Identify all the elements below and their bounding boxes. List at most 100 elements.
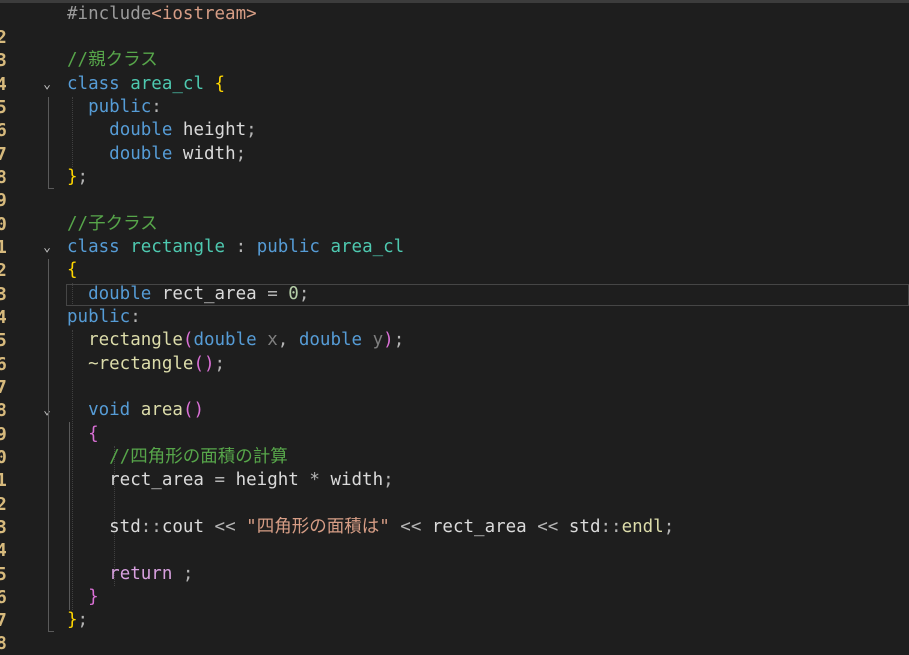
code-token: * [309, 470, 320, 490]
code-token: << [537, 517, 559, 537]
code-line[interactable]: public: [67, 306, 141, 329]
code-line[interactable]: double height; [67, 119, 257, 142]
code-line[interactable]: //子クラス [67, 213, 158, 236]
code-editor[interactable]: 2 3 4 5 6 7 8 9 0 1 2 3 4 5 6 7 8 9 0 1 … [0, 0, 909, 654]
code-token: , [277, 330, 289, 350]
code-token: << [400, 517, 422, 537]
fold-chevron-icon[interactable]: ⌄ [40, 73, 54, 96]
line-number: 9 [0, 190, 6, 211]
fold-chevron-icon[interactable]: ⌄ [40, 399, 54, 422]
code-line[interactable]: void area() [67, 399, 204, 422]
code-token: std [67, 517, 141, 537]
line-number: 7 [0, 144, 6, 165]
code-line[interactable]: ~rectangle(); [67, 353, 225, 376]
code-token: public [88, 97, 152, 117]
line-number: 4 [0, 74, 6, 95]
line-number: 2 [0, 494, 6, 515]
code-line[interactable]: public: [67, 96, 162, 119]
line-number: 8 [0, 167, 6, 188]
code-token: { [214, 74, 226, 94]
line-number: 3 [0, 50, 6, 71]
code-token: width [319, 470, 384, 490]
code-line[interactable]: }; [67, 609, 88, 632]
code-token: ; [246, 120, 257, 140]
code-token: double [193, 330, 257, 350]
line-number: 8 [0, 400, 6, 421]
code-line[interactable]: //親クラス [67, 49, 158, 72]
line-number: 6 [0, 120, 6, 141]
code-token: public [256, 237, 320, 257]
line-number: 2 [0, 260, 6, 281]
line-number: 0 [0, 214, 6, 235]
code-token: height [182, 120, 247, 140]
fold-chevron-icon[interactable]: ⌄ [40, 236, 54, 259]
line-number: 2 [0, 27, 6, 48]
code-line[interactable]: rectangle(double x, double y); [67, 329, 404, 352]
code-token: cout [161, 517, 215, 537]
code-line[interactable]: }; [67, 166, 88, 189]
line-number: 8 [0, 633, 6, 654]
code-token: () [193, 354, 215, 374]
code-token: } [67, 610, 78, 630]
line-number: 9 [0, 424, 6, 445]
code-line[interactable]: double rect_area = 0; [67, 283, 309, 306]
line-number: 5 [0, 330, 6, 351]
code-line[interactable]: { [67, 423, 99, 446]
code-token: class [67, 237, 120, 257]
code-line[interactable]: std::cout << "四角形の面積は" << rect_area << s… [67, 516, 674, 539]
code-line[interactable]: { [67, 259, 78, 282]
code-token: endl [621, 517, 664, 537]
code-line[interactable]: rect_area = height * width; [67, 469, 394, 492]
code-token: = [214, 470, 226, 490]
code-token: rectangle [88, 330, 183, 350]
line-number: 3 [0, 517, 6, 538]
code-token: { [88, 424, 99, 444]
code-token: ) [383, 330, 394, 350]
line-number: 6 [0, 354, 6, 375]
code-line[interactable]: class area_cl { [67, 73, 225, 96]
code-token: width [182, 144, 236, 164]
code-token: : [235, 237, 247, 257]
code-line[interactable]: double width; [67, 143, 246, 166]
code-token: area_cl [130, 74, 204, 94]
code-token: <iostream> [151, 4, 257, 24]
line-number [0, 3, 6, 26]
code-token: ; [77, 610, 89, 630]
line-number: 4 [0, 540, 6, 561]
code-line[interactable]: return ; [67, 563, 193, 586]
line-number: 7 [0, 610, 6, 631]
code-token: ; [214, 354, 226, 374]
code-token: ; [663, 517, 675, 537]
scope-line [48, 259, 49, 631]
code-line[interactable]: #include<iostream> [67, 3, 257, 26]
code-token: double [109, 120, 173, 140]
code-token: public [67, 307, 131, 327]
line-number-gutter: 2 3 4 5 6 7 8 9 0 1 2 3 4 5 6 7 8 9 0 1 … [0, 3, 60, 654]
code-token: area [140, 400, 183, 420]
code-token: ; [393, 330, 405, 350]
code-token: double [298, 330, 363, 350]
code-token: //親クラス [67, 50, 158, 70]
code-line[interactable]: //四角形の面積の計算 [67, 446, 288, 469]
code-token: << [214, 517, 236, 537]
code-token: return [109, 564, 173, 584]
code-token: //四角形の面積の計算 [109, 447, 288, 467]
code-token: :: [140, 517, 162, 537]
code-line[interactable]: class rectangle : public area_cl [67, 236, 404, 259]
code-line[interactable]: } [67, 586, 99, 609]
line-number: 4 [0, 307, 6, 328]
